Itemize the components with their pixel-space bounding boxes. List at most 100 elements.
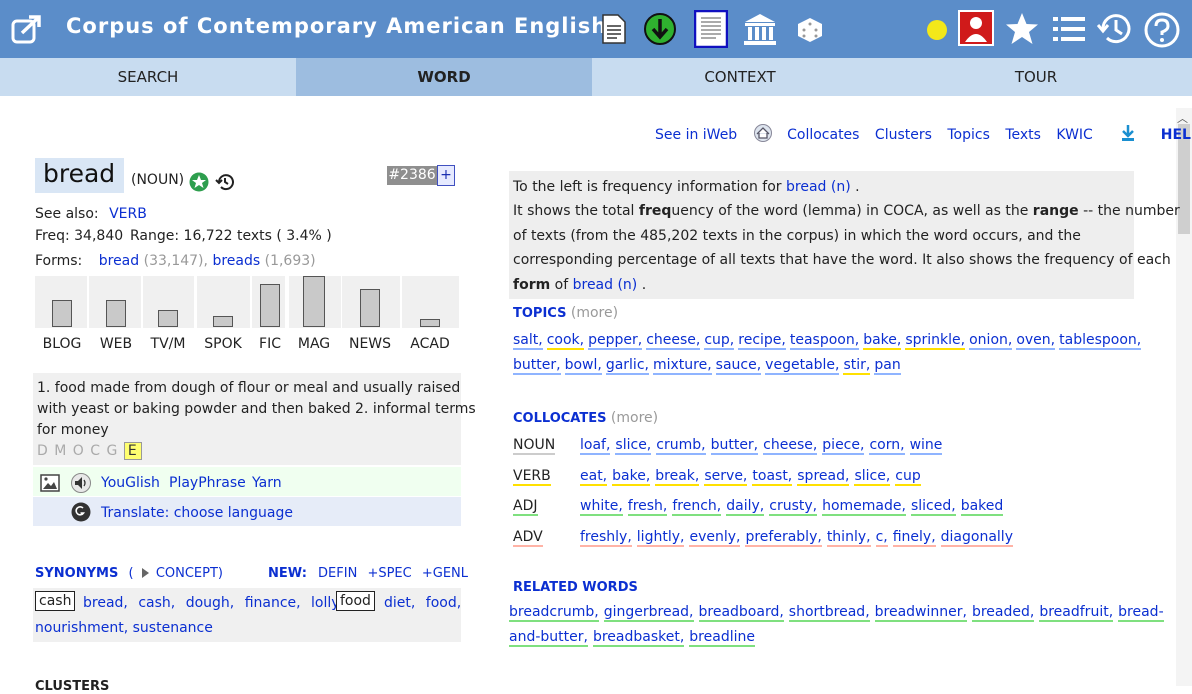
texts-link[interactable]: Texts (1005, 127, 1041, 143)
clusters-link[interactable]: Clusters (875, 127, 932, 143)
yarn-link[interactable]: Yarn (252, 475, 282, 491)
synonym-link[interactable]: nourishment, (35, 620, 128, 636)
word-link[interactable]: finely, (892, 529, 936, 547)
word-link[interactable]: crusty, (769, 498, 818, 516)
playphrase-link[interactable]: PlayPhrase (169, 475, 246, 491)
download-icon[interactable] (643, 12, 677, 46)
word-link[interactable]: preferably, (745, 529, 822, 547)
synonym-link[interactable]: sustenance (133, 620, 213, 636)
see-also-verb-link[interactable]: VERB (109, 206, 147, 222)
play-triangle-icon[interactable] (140, 567, 150, 579)
genre-label[interactable]: WEB (86, 336, 146, 352)
page-icon[interactable] (694, 10, 728, 48)
history-icon[interactable] (1097, 11, 1133, 47)
source-o[interactable]: O (73, 443, 85, 459)
topics-link[interactable]: Topics (947, 127, 990, 143)
source-g[interactable]: G (107, 443, 119, 459)
word-link[interactable]: loaf, (580, 437, 611, 455)
word-link[interactable]: breaded, (971, 604, 1035, 622)
word-link[interactable]: salt, (513, 332, 543, 350)
word-link[interactable]: sliced, (910, 498, 956, 516)
word-link[interactable]: cheese, (763, 437, 818, 455)
word-link[interactable]: diagonally (940, 529, 1013, 547)
word-link[interactable]: cook, (546, 332, 585, 350)
translate-link[interactable]: Translate: choose language (101, 505, 293, 521)
collocates-link[interactable]: Collocates (787, 127, 859, 143)
home-icon[interactable] (753, 124, 773, 142)
user-icon[interactable] (958, 10, 994, 46)
help-link[interactable]: HELP (1161, 127, 1192, 143)
rank-plus-button[interactable]: + (437, 165, 455, 186)
word-link[interactable]: wine (909, 437, 943, 455)
word-link[interactable]: mixture, (652, 357, 712, 375)
document-icon[interactable] (600, 14, 628, 44)
word-link[interactable]: slice, (615, 437, 652, 455)
image-icon[interactable] (40, 474, 60, 492)
form-link[interactable]: bread (99, 253, 139, 269)
list-icon[interactable] (1052, 14, 1086, 44)
word-link[interactable]: bake, (863, 332, 902, 350)
source-c[interactable]: C (90, 443, 101, 459)
word-link[interactable]: shortbread, (788, 604, 870, 622)
genre-label[interactable]: BLOG (32, 336, 92, 352)
form-link[interactable]: breads (212, 253, 260, 269)
collocates-more-link[interactable]: (more) (611, 410, 658, 426)
word-link[interactable]: homemade, (822, 498, 906, 516)
word-link[interactable]: break, (655, 468, 700, 486)
word-link[interactable]: baked (960, 498, 1004, 516)
genre-bar-web[interactable] (106, 300, 126, 327)
history-small-icon[interactable] (215, 172, 235, 192)
info-bread-link[interactable]: bread (n) (573, 277, 638, 293)
synonym-link[interactable]: cash, (138, 595, 175, 611)
genre-label[interactable]: TV/M (138, 336, 198, 352)
genre-bar-spok[interactable] (213, 316, 233, 327)
tab-search[interactable]: SEARCH (0, 58, 296, 96)
genre-bar-fic[interactable] (260, 284, 280, 327)
word-link[interactable]: pan (874, 357, 901, 375)
genre-label[interactable]: MAG (284, 336, 344, 352)
word-link[interactable]: thinly, (826, 529, 871, 547)
spec-link[interactable]: +SPEC (367, 566, 411, 581)
word-link[interactable]: serve, (704, 468, 748, 486)
word-link[interactable]: breadline (689, 629, 755, 647)
word-link[interactable]: french, (672, 498, 722, 516)
genre-bar-blog[interactable] (52, 300, 72, 327)
kwic-link[interactable]: KWIC (1056, 127, 1092, 143)
source-d[interactable]: D (37, 443, 49, 459)
word-link[interactable]: breadbasket, (592, 629, 685, 647)
download-arrow-icon[interactable] (1120, 124, 1136, 142)
synonym-link[interactable]: dough, (186, 595, 235, 611)
genre-label[interactable]: ACAD (400, 336, 460, 352)
genre-bar-news[interactable] (360, 289, 380, 327)
genre-label[interactable]: NEWS (340, 336, 400, 352)
word-link[interactable]: toast, (752, 468, 793, 486)
synonym-link[interactable]: diet, (384, 595, 415, 611)
favorite-star-icon[interactable] (189, 172, 209, 192)
museum-icon[interactable] (742, 12, 778, 46)
word-link[interactable]: pepper, (588, 332, 643, 350)
synonym-link[interactable]: bread, (83, 595, 128, 611)
word-link[interactable]: cheese, (646, 332, 701, 350)
word-link[interactable]: bread- (1118, 604, 1164, 622)
source-e-selected[interactable]: E (123, 442, 142, 460)
synonym-box[interactable]: cash (35, 591, 76, 611)
word-link[interactable]: sauce, (715, 357, 762, 375)
word-link[interactable]: breadfruit, (1039, 604, 1114, 622)
word-link[interactable]: garlic, (605, 357, 649, 375)
google-translate-icon[interactable] (71, 502, 91, 522)
youglish-link[interactable]: YouGlish (101, 475, 160, 491)
help-icon[interactable] (1144, 12, 1180, 48)
topics-more-link[interactable]: (more) (571, 305, 618, 321)
iweb-link[interactable]: See in iWeb (655, 127, 737, 143)
word-link[interactable]: corn, (869, 437, 905, 455)
defin-link[interactable]: DEFIN (318, 566, 357, 581)
tab-word[interactable]: WORD (296, 58, 592, 96)
star-icon[interactable] (1004, 12, 1040, 46)
word-link[interactable]: breadcrumb, (509, 604, 599, 622)
external-link-icon[interactable] (10, 12, 44, 46)
word-link[interactable]: cup (895, 468, 921, 486)
synonym-link[interactable]: food, (426, 595, 461, 611)
synonym-link[interactable]: finance, (245, 595, 301, 611)
dice-icon[interactable] (797, 17, 823, 43)
word-link[interactable]: butter, (710, 437, 759, 455)
